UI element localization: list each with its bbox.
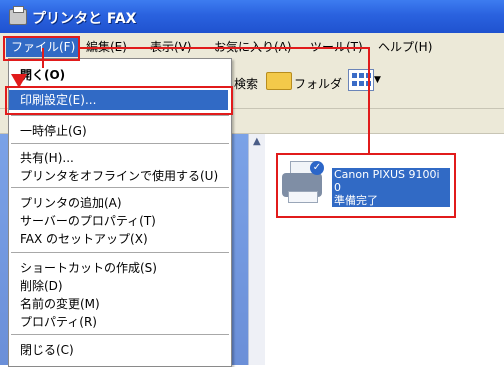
chevron-up-icon[interactable]: ▲ <box>253 136 261 147</box>
menu-item-create-shortcut[interactable]: ショートカットの作成(S) <box>20 259 157 276</box>
menu-item-server-properties[interactable]: サーバーのプロパティ(T) <box>20 212 156 229</box>
menu-item-rename[interactable]: 名前の変更(M) <box>20 295 100 312</box>
menu-item-close[interactable]: 閉じる(C) <box>20 341 74 358</box>
chevron-down-icon[interactable]: ▼ <box>374 75 381 85</box>
title-bar: プリンタと FAX <box>0 0 504 33</box>
folders-button[interactable]: フォルダ <box>294 75 342 92</box>
menu-separator <box>11 187 229 188</box>
menu-item-fax-setup[interactable]: FAX のセットアップ(X) <box>20 230 148 247</box>
menu-item-add-printer[interactable]: プリンタの追加(A) <box>20 194 122 211</box>
annotation-connector-line <box>368 47 370 155</box>
annotation-box-printer <box>276 153 456 218</box>
annotation-arrow-line <box>42 48 44 68</box>
folder-icon[interactable] <box>266 72 292 90</box>
task-pane-scrollbar[interactable]: ▲ <box>248 134 265 365</box>
menu-item-pause[interactable]: 一時停止(G) <box>20 122 87 139</box>
annotation-box-print-settings <box>5 86 233 115</box>
menu-item-properties[interactable]: プロパティ(R) <box>20 313 97 330</box>
menu-separator <box>11 252 229 253</box>
menu-separator <box>11 143 229 144</box>
menu-item-share[interactable]: 共有(H)... <box>20 149 74 166</box>
menu-item-use-offline[interactable]: プリンタをオフラインで使用する(U) <box>20 167 218 184</box>
views-icon[interactable] <box>348 69 374 91</box>
search-button[interactable]: 検索 <box>234 75 258 92</box>
menu-separator <box>11 334 229 335</box>
menu-separator <box>11 115 229 116</box>
window-title: プリンタと FAX <box>32 11 137 27</box>
arrow-down-icon <box>11 74 27 88</box>
annotation-connector-line <box>80 47 370 49</box>
menu-help[interactable]: ヘルプ(H) <box>378 38 432 55</box>
printer-folder-icon <box>9 6 27 25</box>
menu-item-delete[interactable]: 削除(D) <box>20 277 63 294</box>
